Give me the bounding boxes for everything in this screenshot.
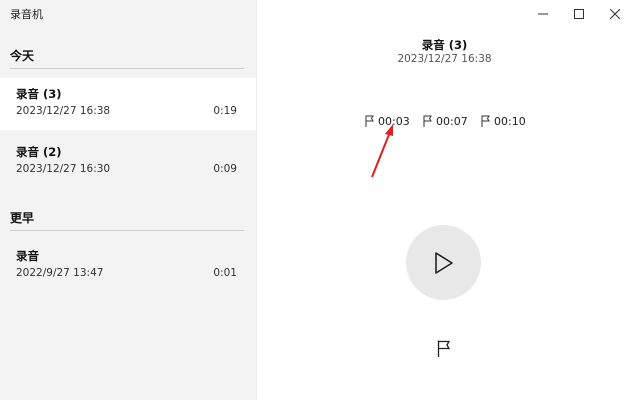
flag-icon xyxy=(481,115,490,127)
close-button[interactable] xyxy=(597,0,633,28)
recording-item[interactable]: 录音 2022/9/27 13:47 0:01 xyxy=(0,240,256,292)
recording-date: 2022/9/27 13:47 xyxy=(16,267,104,279)
group-header-today: 今天 xyxy=(10,49,35,63)
marker-item[interactable]: 00:10 xyxy=(481,114,526,128)
recording-item[interactable]: 录音 (3) 2023/12/27 16:38 0:19 xyxy=(0,78,256,130)
voice-recorder-window: 录音机 今天 录音 (3) 2023/12/27 16:38 0:19 录音 (… xyxy=(0,0,633,400)
recording-duration: 0:19 xyxy=(213,105,237,117)
recording-name: 录音 (3) xyxy=(16,87,62,101)
recording-timestamp: 2023/12/27 16:38 xyxy=(397,53,492,65)
maximize-button[interactable] xyxy=(561,0,597,28)
group-header-earlier: 更早 xyxy=(10,211,35,225)
minimize-icon xyxy=(538,13,548,15)
recording-name: 录音 xyxy=(16,249,39,263)
marker-time: 00:07 xyxy=(436,114,468,128)
recording-title: 录音 (3) xyxy=(421,38,468,52)
app-title: 录音机 xyxy=(10,8,43,21)
window-controls xyxy=(525,0,633,28)
annotation-arrow xyxy=(371,124,393,178)
flag-icon xyxy=(437,340,451,357)
play-button[interactable] xyxy=(406,225,481,300)
flag-icon xyxy=(423,115,432,127)
group-divider xyxy=(10,68,244,69)
recording-date: 2023/12/27 16:38 xyxy=(16,105,111,117)
marker-time: 00:10 xyxy=(494,114,526,128)
close-icon xyxy=(610,9,620,19)
minimize-button[interactable] xyxy=(525,0,561,28)
maximize-icon xyxy=(574,9,584,19)
marker-item[interactable]: 00:07 xyxy=(423,114,468,128)
recordings-pane: 录音机 今天 录音 (3) 2023/12/27 16:38 0:19 录音 (… xyxy=(0,0,257,400)
group-divider xyxy=(10,230,244,231)
play-icon xyxy=(434,251,453,274)
recording-item[interactable]: 录音 (2) 2023/12/27 16:30 0:09 xyxy=(0,136,256,188)
recording-duration: 0:09 xyxy=(213,163,237,175)
add-marker-button[interactable] xyxy=(433,337,455,359)
recording-name: 录音 (2) xyxy=(16,145,62,159)
recording-date: 2023/12/27 16:30 xyxy=(16,163,111,175)
recording-duration: 0:01 xyxy=(213,267,237,279)
